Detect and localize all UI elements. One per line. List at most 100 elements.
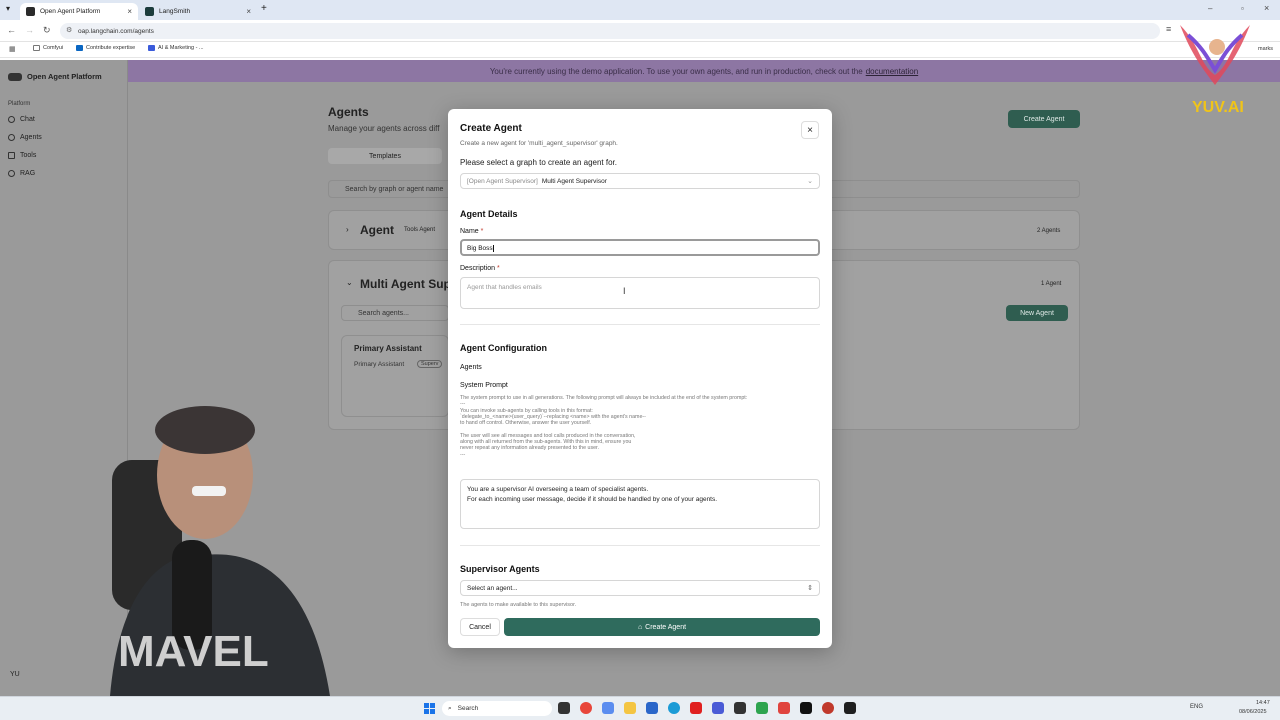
taskbar-search[interactable]: ⌕ Search xyxy=(442,701,552,716)
chat-icon xyxy=(8,116,15,123)
agents-label: Agents xyxy=(460,364,482,371)
new-agent-button[interactable]: New Agent xyxy=(1006,305,1068,321)
terminal-icon[interactable] xyxy=(844,702,856,714)
name-value: Big Boss xyxy=(467,245,493,253)
banner-text: You're currently using the demo applicat… xyxy=(489,66,863,76)
address-bar[interactable]: ⚙ oap.langchain.com/agents xyxy=(60,23,1160,39)
minimize-icon[interactable]: – xyxy=(1208,4,1212,13)
chevron-updown-icon: ⇕ xyxy=(807,585,813,592)
edge-icon[interactable] xyxy=(668,702,680,714)
site-info-icon[interactable]: ⚙ xyxy=(66,26,72,34)
tab-templates[interactable]: Templates xyxy=(328,148,442,164)
webcam-overlay: MAVEL xyxy=(110,406,330,696)
sidebar-item-agents[interactable]: Agents xyxy=(8,134,42,141)
demo-banner: You're currently using the demo applicat… xyxy=(128,60,1280,82)
yuvai-logo: YUV.AI xyxy=(1170,15,1260,116)
documentation-link[interactable]: documentation xyxy=(866,67,918,76)
bookmark-contribute[interactable]: Contribute expertise xyxy=(76,45,135,51)
config-heading: Agent Configuration xyxy=(460,343,547,353)
linkedin-icon xyxy=(76,45,83,51)
youtube-icon[interactable] xyxy=(690,702,702,714)
agent-icon: ⌂ xyxy=(637,623,643,631)
select-help: The agents to make available to this sup… xyxy=(460,602,577,608)
bookmark-comfyui[interactable]: Comfyui xyxy=(33,45,63,51)
name-label: Name * xyxy=(460,228,484,235)
back-icon[interactable]: ← xyxy=(7,25,16,35)
agent-card[interactable]: Primary Assistant Primary Assistant Supe… xyxy=(341,335,449,417)
create-agent-submit-button[interactable]: ⌂ Create Agent xyxy=(504,618,820,636)
system-prompt-textarea[interactable]: You are a supervisor AI overseeing a tea… xyxy=(460,479,820,529)
bookmarks-bar: ▦ Comfyui Contribute expertise AI & Mark… xyxy=(0,42,1280,58)
description-textarea[interactable]: Agent that handles emails I xyxy=(460,277,820,309)
details-heading: Agent Details xyxy=(460,209,518,219)
chevron-down-icon: ⌄ xyxy=(807,178,813,185)
file-explorer-icon[interactable] xyxy=(624,702,636,714)
name-input[interactable]: Big Boss xyxy=(460,239,820,256)
text-caret xyxy=(492,245,494,252)
bookmark-favicon xyxy=(148,45,155,51)
graph-select[interactable]: [Open Agent Supervisor] Multi Agent Supe… xyxy=(460,173,820,189)
svg-text:MAVEL: MAVEL xyxy=(118,627,269,676)
chevron-right-icon[interactable]: › xyxy=(346,225,349,234)
tab-langsmith[interactable]: LangSmith × xyxy=(139,3,257,20)
sidebar-item-tools[interactable]: Tools xyxy=(8,152,36,159)
tab-label: LangSmith xyxy=(159,8,191,15)
app-icon[interactable] xyxy=(778,702,790,714)
apps-grid-icon[interactable]: ▦ xyxy=(9,45,16,53)
dialog-title: Create Agent xyxy=(460,123,522,134)
close-window-icon[interactable]: × xyxy=(1264,3,1269,13)
new-tab-button[interactable]: + xyxy=(261,3,267,14)
chrome-icon[interactable] xyxy=(580,702,592,714)
close-tab-icon[interactable]: × xyxy=(127,7,132,16)
app-icon[interactable] xyxy=(602,702,614,714)
clock-time[interactable]: 14:47 xyxy=(1256,700,1270,706)
url-text: oap.langchain.com/agents xyxy=(78,27,154,35)
forward-icon[interactable]: → xyxy=(25,25,34,35)
app-icon[interactable] xyxy=(712,702,724,714)
agent-select[interactable]: Select an agent... ⇕ xyxy=(460,580,820,596)
sidebar-item-chat[interactable]: Chat xyxy=(8,116,35,123)
maximize-icon[interactable]: ▫ xyxy=(1241,4,1244,13)
tab-open-agent-platform[interactable]: Open Agent Platform × xyxy=(20,3,138,20)
windows-start-icon[interactable] xyxy=(424,703,435,714)
cancel-button[interactable]: Cancel xyxy=(460,618,500,636)
store-icon[interactable] xyxy=(646,702,658,714)
text-cursor-icon: I xyxy=(623,286,626,296)
graph-value: Multi Agent Supervisor xyxy=(541,177,607,185)
windows-taskbar: ⌕ Search ENG 14:47 08/06/2025 xyxy=(0,696,1280,720)
create-agent-page-button[interactable]: Create Agent xyxy=(1008,110,1080,128)
langsmith-favicon xyxy=(145,7,154,16)
app-icon[interactable] xyxy=(734,702,746,714)
dialog-subtitle: Create a new agent for 'multi_agent_supe… xyxy=(460,140,618,147)
close-tab-icon[interactable]: × xyxy=(246,7,251,16)
page-title: Agents xyxy=(328,105,369,119)
sidebar-item-rag[interactable]: RAG xyxy=(8,170,35,177)
reload-icon[interactable]: ↻ xyxy=(43,25,51,36)
chevron-down-icon[interactable]: ⌄ xyxy=(346,278,353,287)
app-icon[interactable] xyxy=(822,702,834,714)
search-icon: ⌕ xyxy=(448,704,452,712)
oap-favicon xyxy=(26,7,35,16)
brand-name: Open Agent Platform xyxy=(27,72,102,81)
divider xyxy=(460,324,820,325)
graph-prefix: [Open Agent Supervisor] xyxy=(467,177,538,185)
bookmark-ai-marketing[interactable]: AI & Marketing - ... xyxy=(148,45,204,51)
tab-search-icon[interactable]: ▾ xyxy=(6,4,10,13)
supervisor-heading: Supervisor Agents xyxy=(460,564,540,574)
language-indicator[interactable]: ENG xyxy=(1190,704,1203,710)
group-search-input[interactable]: Search agents... xyxy=(341,305,449,321)
clock-date[interactable]: 08/06/2025 xyxy=(1239,709,1267,715)
database-icon xyxy=(8,170,15,177)
page-subtitle: Manage your agents across diff xyxy=(328,124,440,133)
browser-tab-strip: ▾ Open Agent Platform × LangSmith × + – … xyxy=(0,0,1280,20)
divider xyxy=(460,545,820,546)
graph-prompt: Please select a graph to create an agent… xyxy=(460,158,617,167)
all-bookmarks-label[interactable]: marks xyxy=(1258,46,1273,52)
oap-logo-icon xyxy=(8,72,22,81)
task-view-icon[interactable] xyxy=(558,702,570,714)
app-icon[interactable] xyxy=(756,702,768,714)
app-icon[interactable] xyxy=(800,702,812,714)
system-prompt-help: The system prompt to use in all generati… xyxy=(460,395,748,458)
close-icon[interactable]: × xyxy=(801,121,819,139)
system-prompt-label: System Prompt xyxy=(460,382,508,389)
